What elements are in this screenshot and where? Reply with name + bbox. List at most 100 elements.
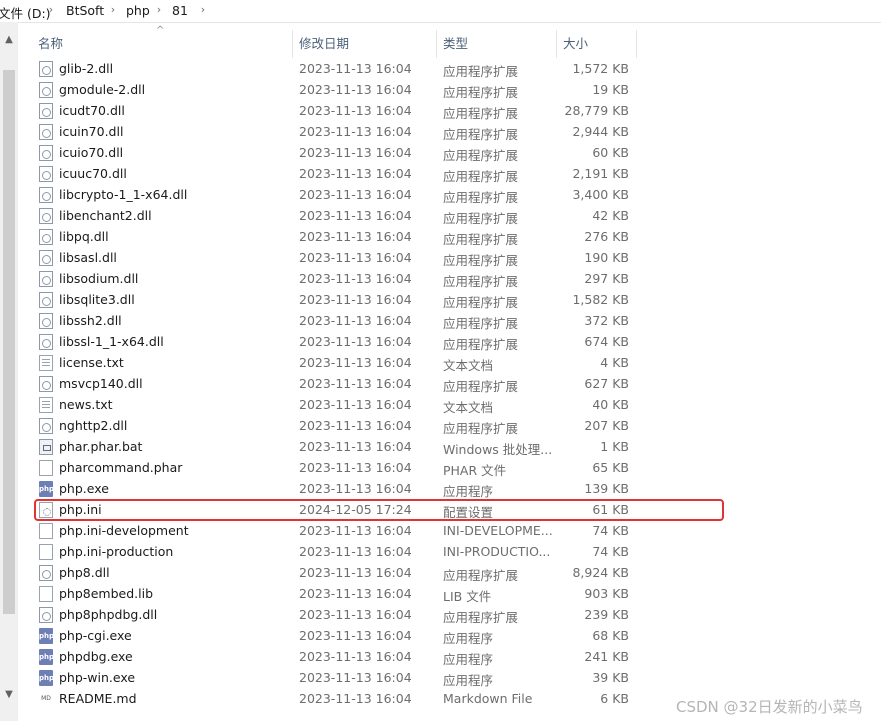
breadcrumb-btsoft[interactable]: BtSoft xyxy=(66,3,104,18)
file-row[interactable]: php8.dll 2023-11-13 16:04 应用程序扩展 8,924 KB xyxy=(30,563,640,584)
file-date-modified: 2023-11-13 16:04 xyxy=(299,565,412,580)
file-date-modified: 2023-11-13 16:04 xyxy=(299,334,412,349)
file-name: icuin70.dll xyxy=(59,124,124,139)
file-type: 应用程序扩展 xyxy=(443,610,519,625)
vertical-scrollbar[interactable]: ▲ ▼ xyxy=(0,22,18,721)
column-divider[interactable] xyxy=(292,30,293,58)
column-header-size[interactable]: 大小 xyxy=(563,30,633,58)
file-row[interactable]: libssh2.dll 2023-11-13 16:04 应用程序扩展 372 KB xyxy=(30,311,640,332)
file-date-modified: 2023-11-13 16:04 xyxy=(299,523,412,538)
scroll-down-icon[interactable]: ▼ xyxy=(0,687,18,703)
file-type: 应用程序 xyxy=(443,484,494,499)
file-row[interactable]: libenchant2.dll 2023-11-13 16:04 应用程序扩展 42 … xyxy=(30,206,640,227)
file-size: 65 KB xyxy=(592,460,629,475)
file-date-modified: 2023-11-13 16:04 xyxy=(299,649,412,664)
file-type: 应用程序扩展 xyxy=(443,64,519,79)
dll-icon xyxy=(39,271,53,287)
file-row[interactable]: php8phpdbg.dll 2023-11-13 16:04 应用程序扩展 239 … xyxy=(30,605,640,626)
file-row[interactable]: php.ini-development 2023-11-13 16:04 INI-D… xyxy=(30,521,640,542)
file-size: 6 KB xyxy=(600,691,629,706)
file-size: 241 KB xyxy=(584,649,629,664)
file-date-modified: 2023-11-13 16:04 xyxy=(299,670,412,685)
file-row[interactable]: icuuc70.dll 2023-11-13 16:04 应用程序扩展 2,191 K… xyxy=(30,164,640,185)
dll-icon xyxy=(39,313,53,329)
file-name: php.ini-production xyxy=(59,544,174,559)
file-row[interactable]: gmodule-2.dll 2023-11-13 16:04 应用程序扩展 19 KB xyxy=(30,80,640,101)
file-row[interactable]: php php-cgi.exe 2023-11-13 16:04 应用程序 68 KB xyxy=(30,626,640,647)
file-row[interactable]: php php.exe 2023-11-13 16:04 应用程序 139 KB xyxy=(30,479,640,500)
file-row[interactable]: php php-win.exe 2023-11-13 16:04 应用程序 39 KB xyxy=(30,668,640,689)
file-row[interactable]: nghttp2.dll 2023-11-13 16:04 应用程序扩展 207 KB xyxy=(30,416,640,437)
scrollbar-thumb[interactable] xyxy=(3,70,15,614)
file-type: 应用程序扩展 xyxy=(443,85,519,100)
file-date-modified: 2023-11-13 16:04 xyxy=(299,313,412,328)
file-name: README.md xyxy=(59,691,137,706)
file-size: 2,944 KB xyxy=(572,124,629,139)
file-row[interactable]: msvcp140.dll 2023-11-13 16:04 应用程序扩展 627 KB xyxy=(30,374,640,395)
file-date-modified: 2023-11-13 16:04 xyxy=(299,271,412,286)
blank-file-icon xyxy=(39,460,53,476)
file-size: 139 KB xyxy=(584,481,629,496)
file-name: nghttp2.dll xyxy=(59,418,128,433)
column-divider[interactable] xyxy=(556,30,557,58)
breadcrumb-separator-icon[interactable]: › xyxy=(198,4,208,16)
file-row[interactable]: news.txt 2023-11-13 16:04 文本文档 40 KB xyxy=(30,395,640,416)
file-row[interactable]: icudt70.dll 2023-11-13 16:04 应用程序扩展 28,779 … xyxy=(30,101,640,122)
file-name: gmodule-2.dll xyxy=(59,82,146,97)
file-size: 207 KB xyxy=(584,418,629,433)
file-date-modified: 2023-11-13 16:04 xyxy=(299,397,412,412)
column-divider[interactable] xyxy=(436,30,437,58)
file-row[interactable]: license.txt 2023-11-13 16:04 文本文档 4 KB xyxy=(30,353,640,374)
file-row[interactable]: icuin70.dll 2023-11-13 16:04 应用程序扩展 2,944 K… xyxy=(30,122,640,143)
breadcrumb-separator-icon[interactable]: › xyxy=(108,4,118,16)
address-bar[interactable]: 文件 (D:) › BtSoft › php › 81 › xyxy=(0,0,881,23)
file-date-modified: 2023-11-13 16:04 xyxy=(299,61,412,76)
column-header-date[interactable]: 修改日期 xyxy=(299,30,429,58)
file-type: 应用程序扩展 xyxy=(443,274,519,289)
breadcrumb-php[interactable]: php xyxy=(126,3,150,18)
file-row[interactable]: libssl-1_1-x64.dll 2023-11-13 16:04 应用程序扩展… xyxy=(30,332,640,353)
file-type: 应用程序扩展 xyxy=(443,106,519,121)
file-name: php-cgi.exe xyxy=(59,628,132,643)
file-name: license.txt xyxy=(59,355,124,370)
file-row[interactable]: glib-2.dll 2023-11-13 16:04 应用程序扩展 1,572 KB xyxy=(30,59,640,80)
file-row[interactable]: libsodium.dll 2023-11-13 16:04 应用程序扩展 297 K… xyxy=(30,269,640,290)
php-exe-icon: php xyxy=(39,481,54,497)
file-row[interactable]: libpq.dll 2023-11-13 16:04 应用程序扩展 276 KB xyxy=(30,227,640,248)
watermark: CSDN @32日发新的小菜鸟 xyxy=(676,698,863,716)
file-type: Markdown File xyxy=(443,691,533,706)
file-name: phpdbg.exe xyxy=(59,649,133,664)
scroll-up-icon[interactable]: ▲ xyxy=(0,32,18,48)
file-type: 应用程序扩展 xyxy=(443,148,519,163)
file-row[interactable]: php8embed.lib 2023-11-13 16:04 LIB 文件 903 K… xyxy=(30,584,640,605)
breadcrumb-drive[interactable]: 文件 (D:) xyxy=(0,3,51,22)
breadcrumb-81[interactable]: 81 xyxy=(172,3,188,18)
column-divider[interactable] xyxy=(636,30,637,58)
file-type: 文本文档 xyxy=(443,358,494,373)
file-row[interactable]: phar.phar.bat 2023-11-13 16:04 Windows 批处理… xyxy=(30,437,640,458)
dll-icon xyxy=(39,565,53,581)
file-row[interactable]: php.ini-production 2023-11-13 16:04 INI-PR… xyxy=(30,542,640,563)
file-date-modified: 2023-11-13 16:04 xyxy=(299,208,412,223)
file-size: 239 KB xyxy=(584,607,629,622)
php-exe-icon: php xyxy=(39,628,54,644)
file-name: libsodium.dll xyxy=(59,271,139,286)
file-row[interactable]: libsasl.dll 2023-11-13 16:04 应用程序扩展 190 KB xyxy=(30,248,640,269)
file-row[interactable]: libsqlite3.dll 2023-11-13 16:04 应用程序扩展 1,58… xyxy=(30,290,640,311)
file-row[interactable]: MD README.md 2023-11-13 16:04 Markdown File… xyxy=(30,689,640,710)
file-row[interactable]: pharcommand.phar 2023-11-13 16:04 PHAR 文件 6… xyxy=(30,458,640,479)
file-type: 应用程序扩展 xyxy=(443,169,519,184)
breadcrumb-separator-icon[interactable]: › xyxy=(46,4,56,16)
column-header-name[interactable]: 名称 xyxy=(38,30,288,58)
column-header-type[interactable]: 类型 xyxy=(443,30,553,58)
markdown-file-icon: MD xyxy=(39,691,53,707)
file-row[interactable]: php phpdbg.exe 2023-11-13 16:04 应用程序 241 KB xyxy=(30,647,640,668)
file-size: 60 KB xyxy=(592,145,629,160)
file-type: 应用程序扩展 xyxy=(443,379,519,394)
dll-icon xyxy=(39,82,53,98)
dll-icon xyxy=(39,376,53,392)
file-row[interactable]: libcrypto-1_1-x64.dll 2023-11-13 16:04 应用程… xyxy=(30,185,640,206)
breadcrumb-separator-icon[interactable]: › xyxy=(154,4,164,16)
file-row[interactable]: icuio70.dll 2023-11-13 16:04 应用程序扩展 60 KB xyxy=(30,143,640,164)
file-date-modified: 2023-11-13 16:04 xyxy=(299,292,412,307)
